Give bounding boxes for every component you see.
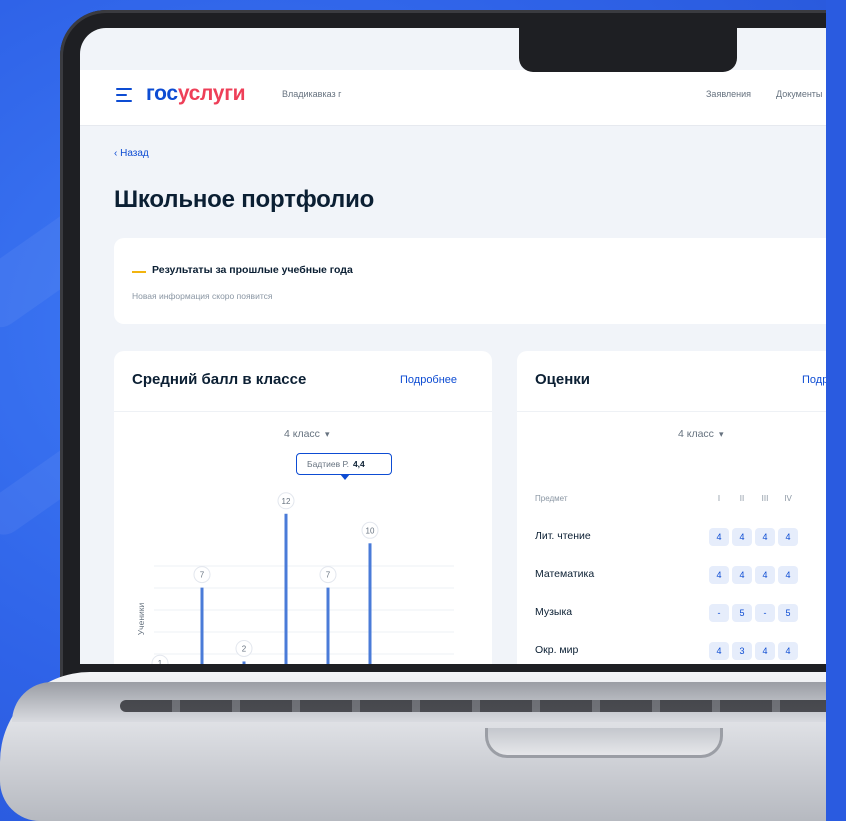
results-accent-dash xyxy=(132,271,146,273)
chart-bar[interactable] xyxy=(200,587,204,664)
chart-bar[interactable] xyxy=(242,661,246,664)
subject-name: Музыка xyxy=(535,606,573,618)
grade-cell[interactable]: 4 xyxy=(755,566,775,584)
city-selector[interactable]: Владикавказ г xyxy=(282,89,341,99)
bar-value-label: 2 xyxy=(242,644,247,653)
grade-cell[interactable]: 4 xyxy=(778,528,798,546)
chart-bar[interactable] xyxy=(284,513,288,664)
subject-name: Математика xyxy=(535,568,595,580)
hamburger-menu-icon[interactable] xyxy=(116,88,132,102)
bar-value-label: 7 xyxy=(326,571,331,580)
chart-bars: 1 7 2 12 7 10 xyxy=(151,492,379,664)
laptop-hinge xyxy=(120,700,846,712)
bar-value-label: 10 xyxy=(366,526,375,535)
grade-cell[interactable]: 4 xyxy=(732,566,752,584)
tooltip-student-name: Бадтиев Р. xyxy=(307,459,349,469)
nav-link-applications[interactable]: Заявления xyxy=(706,89,751,99)
subject-column-header: Предмет xyxy=(535,494,568,503)
grades-table: Предмет I II III IV Лит. чтение 4 4 4 4 Математик… xyxy=(517,351,846,664)
chart-bar[interactable] xyxy=(326,587,330,664)
grade-cell[interactable]: 4 xyxy=(778,642,798,660)
bar-value-label: 12 xyxy=(282,497,291,506)
quarter-column-header: III xyxy=(761,494,769,503)
grade-cell[interactable]: 4 xyxy=(778,566,798,584)
laptop-opening-groove xyxy=(485,728,723,758)
grade-cell[interactable]: 3 xyxy=(732,642,752,660)
laptop-screen: госуслуги Владикавказ г Заявления Докуме… xyxy=(80,28,846,664)
tooltip-arrow xyxy=(340,474,350,480)
right-edge-strip xyxy=(826,0,846,821)
grade-cell[interactable]: 5 xyxy=(732,604,752,622)
subject-name: Окр. мир xyxy=(535,644,579,656)
tooltip-score-value: 4,4 xyxy=(352,459,365,469)
grade-cell[interactable]: 4 xyxy=(709,642,729,660)
grade-cell[interactable]: 4 xyxy=(709,566,729,584)
grade-cell[interactable]: - xyxy=(755,604,775,622)
gosuslugi-logo[interactable]: госуслуги xyxy=(146,82,246,106)
bar-value-label: 7 xyxy=(200,571,205,580)
results-card: Результаты за прошлые учебные года Новая… xyxy=(114,238,846,324)
chart-bar[interactable] xyxy=(368,543,372,664)
grade-cell[interactable]: 4 xyxy=(732,528,752,546)
subject-name: Лит. чтение xyxy=(535,530,591,542)
nav-link-documents[interactable]: Документы xyxy=(776,89,822,99)
logo-part-uslugi: услуги xyxy=(177,82,246,105)
camera-notch xyxy=(519,28,737,72)
grade-cell[interactable]: 4 xyxy=(709,528,729,546)
grade-cell[interactable]: - xyxy=(709,604,729,622)
student-score-tooltip: Бадтиев Р. 4,4 xyxy=(296,453,392,475)
page-title: Школьное портфолио xyxy=(114,186,375,213)
results-subtitle: Новая информация скоро появится xyxy=(132,291,273,301)
quarter-column-header: II xyxy=(739,494,745,503)
bar-value-label: 1 xyxy=(158,659,163,664)
results-title: Результаты за прошлые учебные года xyxy=(152,264,353,276)
y-axis-label: Ученики xyxy=(136,603,146,636)
top-navigation-bar: госуслуги Владикавказ г Заявления Докуме… xyxy=(80,70,846,126)
average-score-card: Средний балл в классе Подробнее 4 класс ▾… xyxy=(114,351,492,664)
average-score-chart: Ученики 1 7 2 12 7 10 xyxy=(136,492,454,664)
back-link[interactable]: ‹ Назад xyxy=(114,148,149,159)
grade-cell[interactable]: 4 xyxy=(755,642,775,660)
grade-cell[interactable]: 5 xyxy=(778,604,798,622)
logo-part-gos: гос xyxy=(146,82,178,105)
grades-card: Оценки Подро 4 класс ▾ Предмет I II III IV Ли… xyxy=(517,351,846,664)
quarter-column-header: IV xyxy=(784,494,792,503)
grade-cell[interactable]: 4 xyxy=(755,528,775,546)
back-link-label: Назад xyxy=(120,148,149,159)
quarter-column-header: I xyxy=(717,494,721,503)
